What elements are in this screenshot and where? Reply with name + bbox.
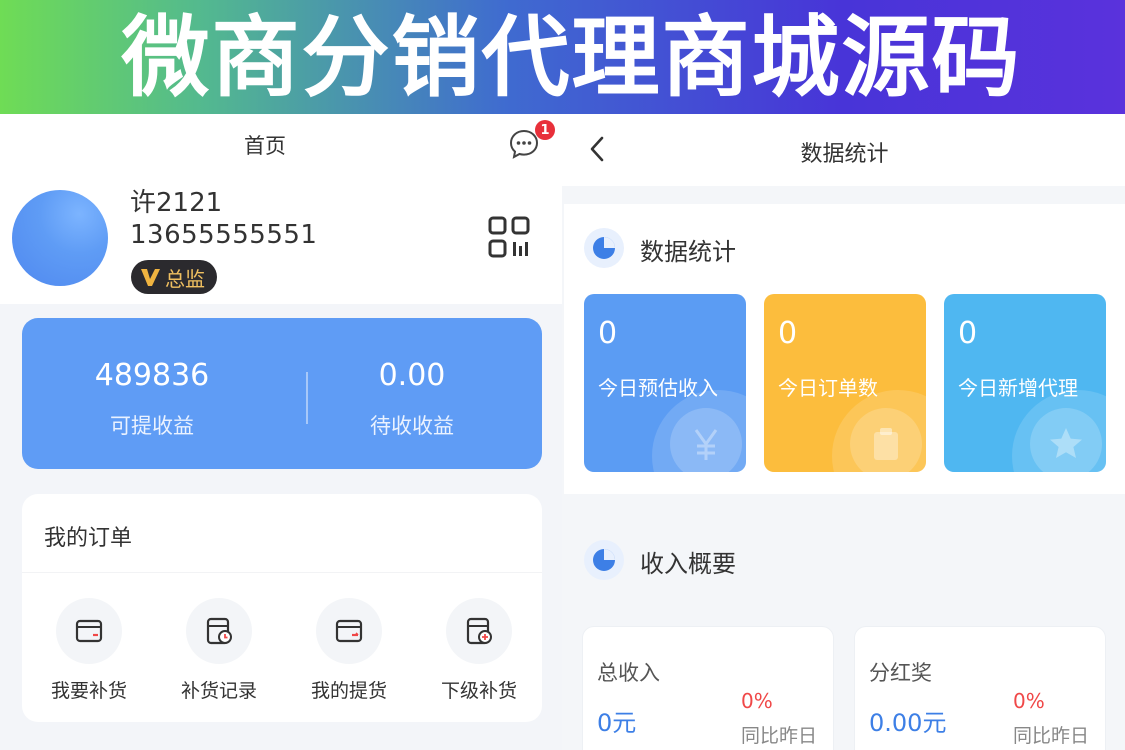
income-value: 0.00元 bbox=[869, 709, 947, 737]
income-compare-label: 同比昨日 bbox=[1013, 725, 1090, 747]
avatar[interactable] bbox=[12, 190, 108, 286]
order-item-label: 我要补货 bbox=[50, 680, 127, 702]
income-value: 0元 bbox=[597, 709, 637, 737]
restock-icon bbox=[56, 598, 122, 664]
order-item-label: 我的提货 bbox=[310, 680, 387, 702]
stat-label: 今日预估收入 bbox=[598, 376, 718, 400]
stat-label: 今日新增代理 bbox=[958, 376, 1078, 400]
income-change: 0% bbox=[741, 689, 773, 713]
yen-icon bbox=[670, 408, 742, 472]
level-badge-label: 总监 bbox=[165, 266, 205, 291]
earnings-card: 489836 可提收益 0.00 待收收益 bbox=[22, 318, 542, 469]
pickup-icon bbox=[316, 598, 382, 664]
page-title: 数据统计 bbox=[800, 142, 889, 167]
home-screen: 首页 1 许2121 13655555551 总监 489836 可提收益 0.… bbox=[0, 114, 562, 750]
statistics-screen: 数据统计 数据统计 0 今日预估收入 0 今日订单数 0 今日新增代理 收入概要… bbox=[562, 114, 1125, 750]
section-title: 收入概要 bbox=[640, 550, 736, 578]
earnings-value: 489836 bbox=[94, 358, 210, 393]
star-icon bbox=[1030, 408, 1102, 472]
earnings-value: 0.00 bbox=[378, 358, 446, 393]
user-name: 许2121 bbox=[130, 188, 223, 218]
stat-label: 今日订单数 bbox=[778, 376, 878, 400]
vip-v-icon bbox=[141, 269, 160, 286]
stat-value: 0 bbox=[598, 316, 618, 351]
stat-value: 0 bbox=[958, 316, 978, 351]
pie-chart-icon bbox=[584, 228, 624, 268]
stat-card-estimated-income[interactable]: 0 今日预估收入 bbox=[584, 294, 746, 472]
order-item-subordinate-restock[interactable]: 下级补货 bbox=[414, 598, 544, 708]
restock-record-icon bbox=[186, 598, 252, 664]
pending-earnings[interactable]: 0.00 待收收益 bbox=[282, 318, 542, 469]
promo-banner: 微商分销代理商城源码 bbox=[0, 0, 1125, 114]
my-orders-card: 我的订单 我要补货 补货记录 我的提货 下级补货 bbox=[22, 494, 542, 722]
stat-value: 0 bbox=[778, 316, 798, 351]
divider bbox=[22, 572, 542, 573]
page-title: 首页 bbox=[244, 134, 286, 158]
order-item-restock-record[interactable]: 补货记录 bbox=[154, 598, 284, 708]
order-item-label: 下级补货 bbox=[440, 680, 517, 702]
user-phone: 13655555551 bbox=[130, 220, 318, 250]
stat-card-order-count[interactable]: 0 今日订单数 bbox=[764, 294, 926, 472]
income-label: 分红奖 bbox=[869, 661, 932, 685]
order-item-pickup[interactable]: 我的提货 bbox=[284, 598, 414, 708]
message-count-badge: 1 bbox=[535, 120, 555, 140]
income-change: 0% bbox=[1013, 689, 1045, 713]
banner-title: 微商分销代理商城源码 bbox=[121, 5, 1022, 109]
withdrawable-earnings[interactable]: 489836 可提收益 bbox=[22, 318, 282, 469]
order-item-restock[interactable]: 我要补货 bbox=[24, 598, 154, 708]
order-item-label: 补货记录 bbox=[180, 680, 257, 702]
section-title: 数据统计 bbox=[640, 238, 736, 266]
income-label: 总收入 bbox=[597, 661, 660, 685]
income-card-dividend[interactable]: 分红奖 0.00元 0% 同比昨日 bbox=[854, 626, 1106, 750]
pie-chart-icon bbox=[584, 540, 624, 580]
orders-title: 我的订单 bbox=[44, 526, 133, 551]
income-card-total[interactable]: 总收入 0元 0% 同比昨日 bbox=[582, 626, 834, 750]
clipboard-icon bbox=[850, 408, 922, 472]
qr-code-icon[interactable] bbox=[488, 216, 530, 258]
earnings-label: 可提收益 bbox=[110, 414, 194, 438]
level-badge: 总监 bbox=[131, 260, 217, 294]
income-compare-label: 同比昨日 bbox=[741, 725, 818, 747]
earnings-label: 待收收益 bbox=[370, 414, 454, 438]
stat-card-new-agents[interactable]: 0 今日新增代理 bbox=[944, 294, 1106, 472]
subordinate-restock-icon bbox=[446, 598, 512, 664]
